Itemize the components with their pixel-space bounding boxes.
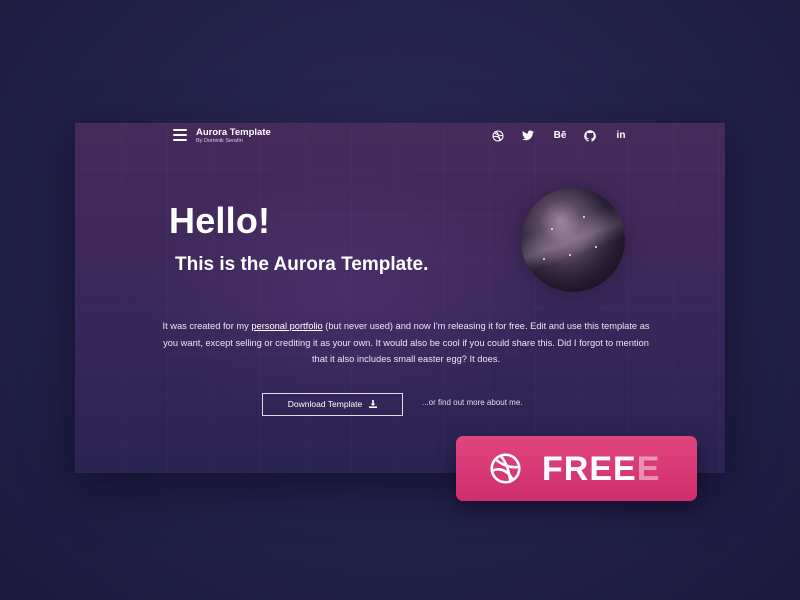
template-preview-frame: Aurora Template By Dominik Serafin Bē in… <box>75 123 725 473</box>
twitter-icon[interactable] <box>520 129 536 143</box>
hero-subtitle: This is the Aurora Template. <box>175 254 429 275</box>
download-template-button[interactable]: Download Template <box>262 393 403 416</box>
behance-icon[interactable]: Bē <box>551 129 569 143</box>
brand-title: Aurora Template <box>196 127 271 138</box>
personal-portfolio-link[interactable]: personal portfolio <box>251 321 322 331</box>
badge-label: FREEE <box>542 450 661 488</box>
github-icon[interactable] <box>582 129 598 143</box>
hero-description: It was created for my personal portfolio… <box>162 321 650 364</box>
dribbble-badge-icon <box>490 453 521 484</box>
download-icon <box>369 395 378 416</box>
about-me-link[interactable]: ...or find out more about me. <box>422 398 523 407</box>
hero-greeting: Hello! <box>169 200 271 241</box>
brand-subtitle: By Dominik Serafin <box>196 138 243 144</box>
linkedin-icon[interactable]: in <box>613 129 629 143</box>
free-dribbble-badge[interactable]: FREEE <box>456 436 697 501</box>
planet-illustration <box>521 188 625 292</box>
hamburger-menu-icon[interactable] <box>173 129 187 141</box>
dribbble-icon[interactable] <box>490 129 506 143</box>
top-navigation-bar: Aurora Template By Dominik Serafin Bē in <box>75 123 725 147</box>
